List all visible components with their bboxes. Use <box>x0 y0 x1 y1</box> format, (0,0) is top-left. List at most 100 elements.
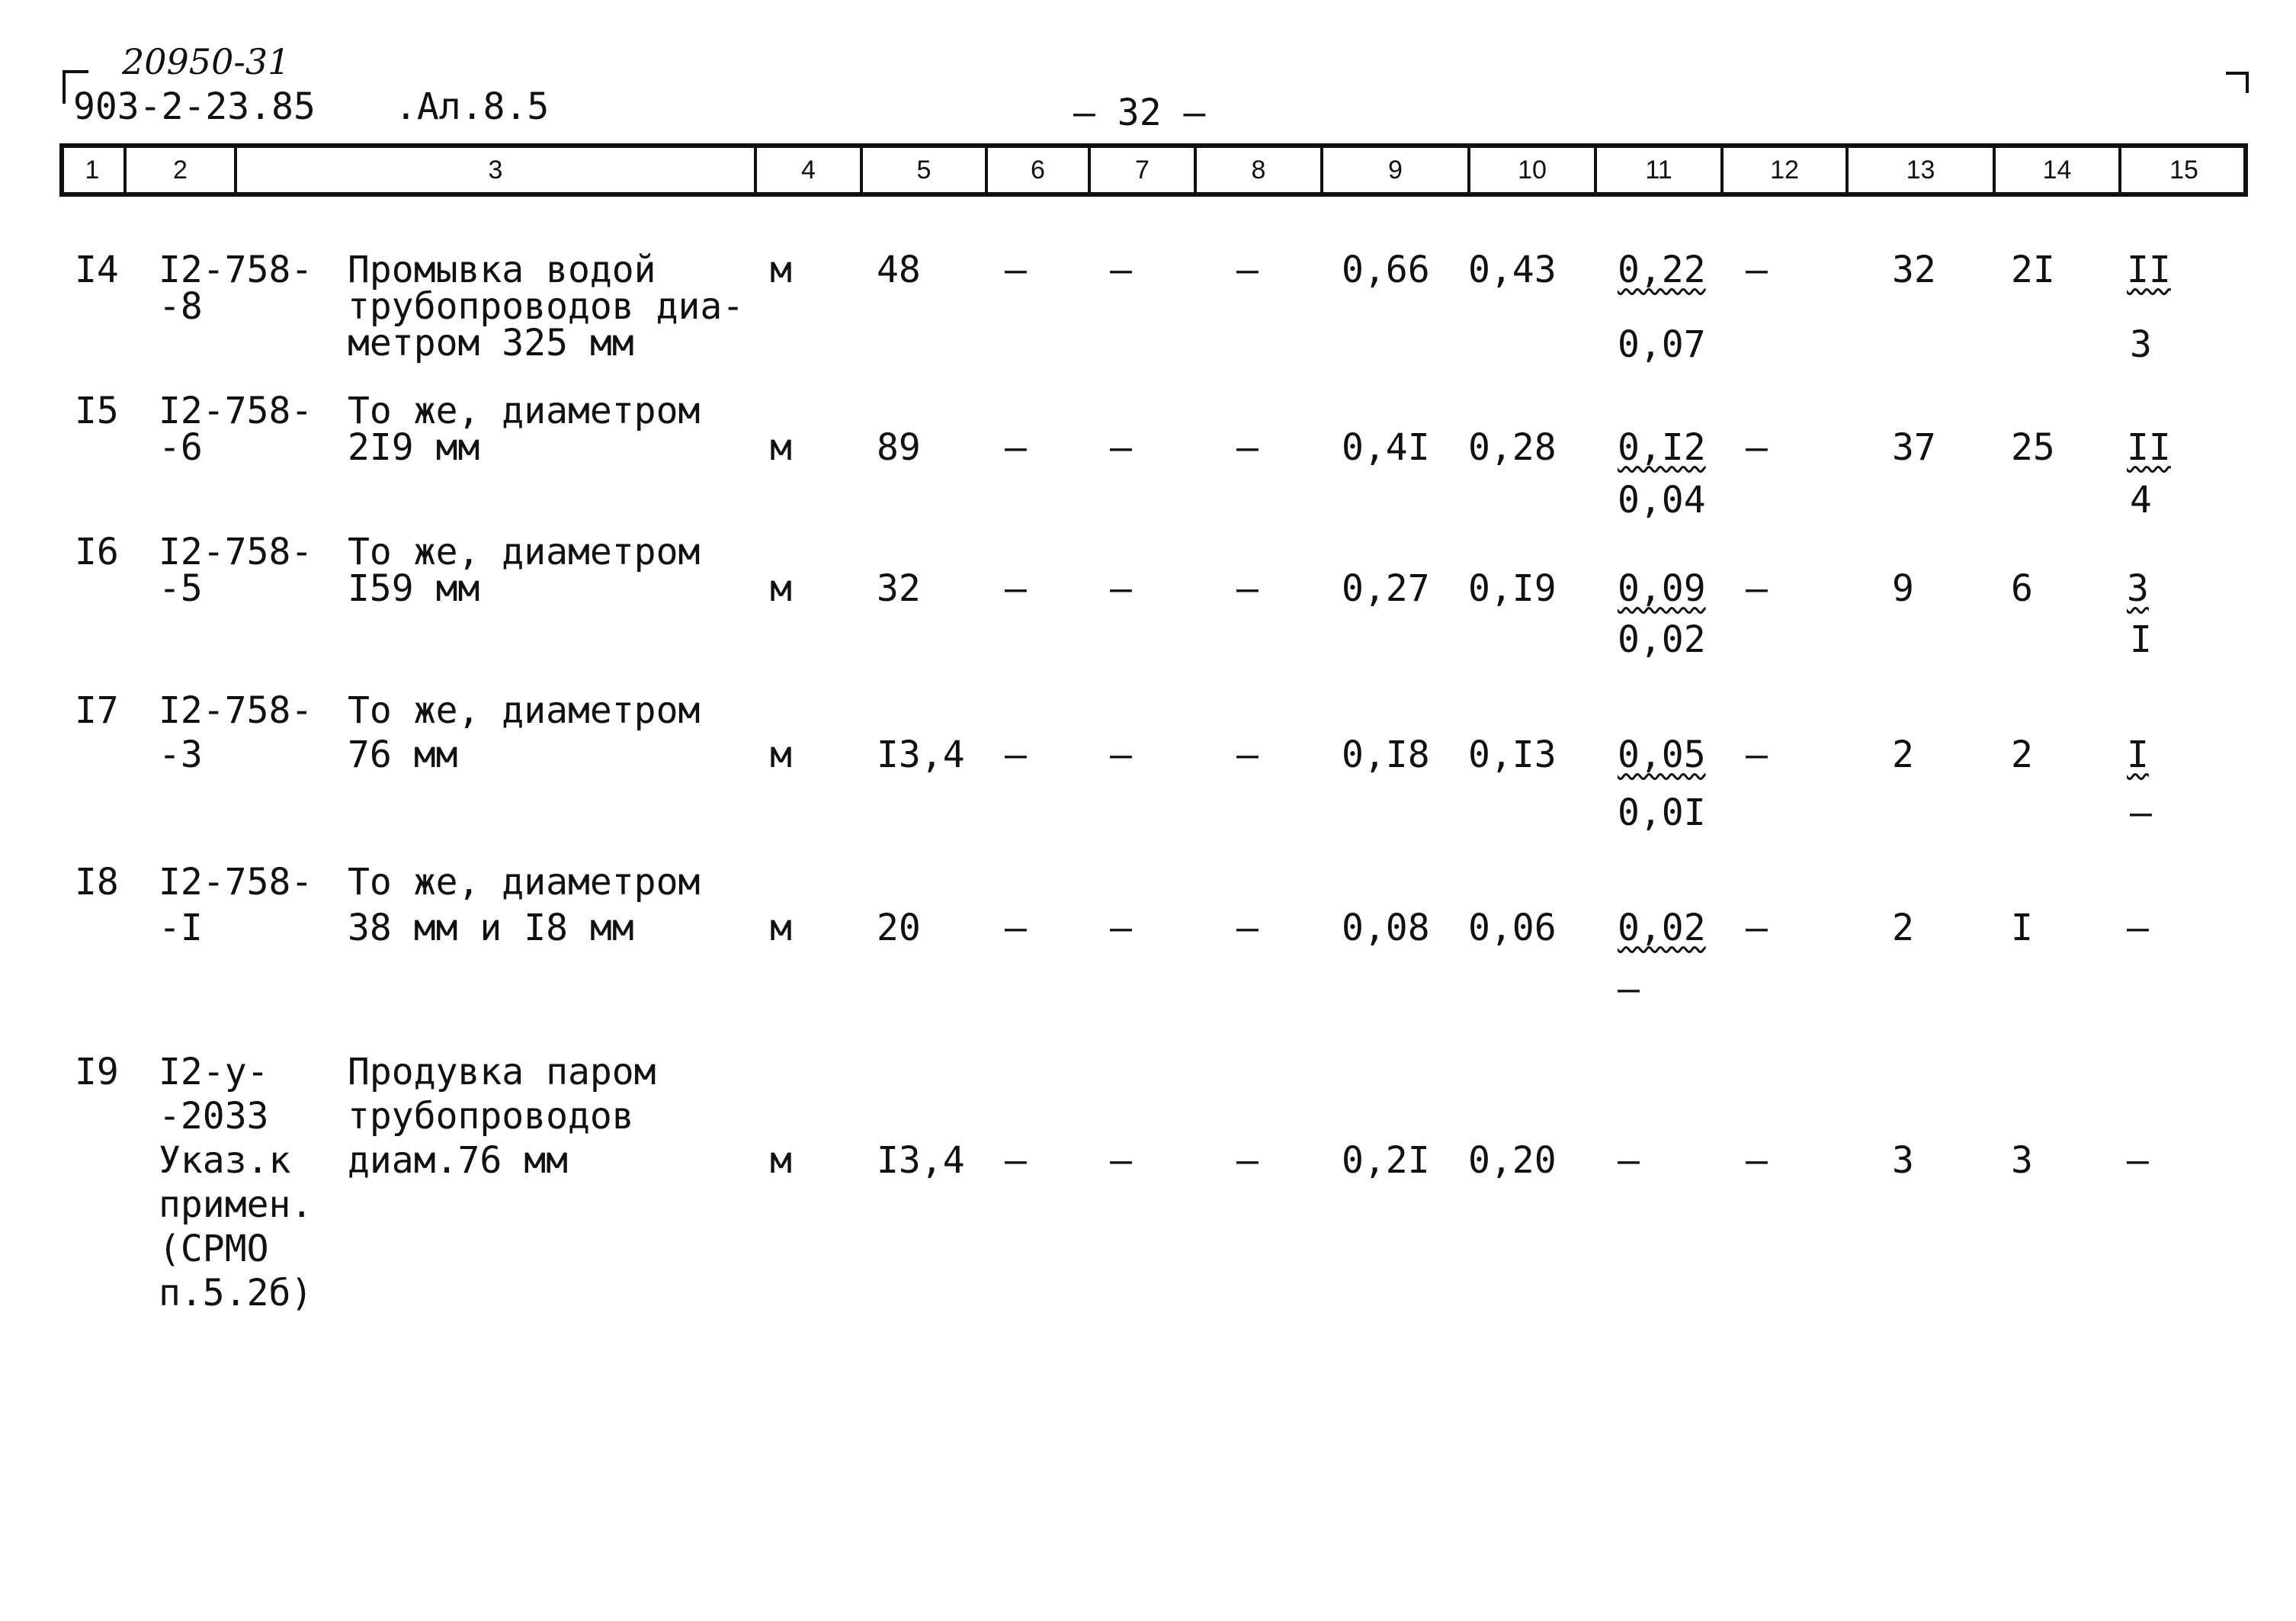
row-number: I9 <box>75 1051 119 1093</box>
row-number: I4 <box>75 249 119 291</box>
col9-cell: 0,27 <box>1342 567 1430 610</box>
column-separator <box>2118 143 2121 197</box>
col6-cell: – <box>1005 249 1027 291</box>
col10-cell: 0,06 <box>1468 907 1557 949</box>
row-number: I5 <box>75 390 119 432</box>
corner-mark-right <box>2226 72 2249 93</box>
col15-top-cell: 3 <box>2127 567 2149 610</box>
col10-cell: 0,20 <box>1468 1139 1557 1182</box>
col13-cell: 2 <box>1892 733 1914 776</box>
column-number-6: 6 <box>1031 156 1045 185</box>
col13-cell: 2 <box>1892 907 1914 949</box>
column-number-3: 3 <box>488 156 503 185</box>
col8-cell: – <box>1236 567 1259 610</box>
handwritten-number: 20950-31 <box>122 41 290 82</box>
work-description-line: 76 мм <box>348 733 458 776</box>
col6-cell: – <box>1005 1139 1027 1182</box>
col11-bottom-cell: 0,0I <box>1618 791 1706 834</box>
col6-cell: – <box>1005 907 1027 949</box>
work-description-line: То же, диаметром <box>348 861 701 904</box>
col13-cell: 32 <box>1892 249 1936 291</box>
rate-code-line: -3 <box>159 733 203 776</box>
work-description-line: То же, диаметром <box>348 689 701 732</box>
work-description-line: То же, диаметром <box>348 531 701 573</box>
rate-code-line: (СРМО <box>159 1228 269 1270</box>
work-description-line: I59 мм <box>348 567 480 610</box>
column-separator <box>1720 143 1724 197</box>
col11-top-cell: 0,02 <box>1618 907 1706 949</box>
col12-cell: – <box>1746 567 1768 610</box>
rate-code-line: -6 <box>159 426 203 469</box>
col7-cell: – <box>1110 249 1132 291</box>
unit-cell: м <box>770 907 792 949</box>
col14-cell: 3 <box>2011 1139 2033 1182</box>
rate-code-line: I2-758- <box>159 689 313 732</box>
col11-top-cell: 0,09 <box>1618 567 1706 610</box>
col14-cell: I <box>2011 907 2033 949</box>
column-separator <box>1845 143 1849 197</box>
col11-top-cell: 0,05 <box>1618 733 1706 776</box>
document-code: 903-2-23.85 <box>73 85 316 128</box>
column-separator <box>754 143 757 197</box>
column-number-2: 2 <box>173 156 188 185</box>
row-number: I6 <box>75 531 119 573</box>
rate-code-line: -5 <box>159 567 203 610</box>
column-number-14: 14 <box>2042 156 2072 185</box>
column-number-1: 1 <box>85 156 100 185</box>
col6-cell: – <box>1005 733 1027 776</box>
rate-code-line: I2-758- <box>159 390 313 432</box>
column-separator <box>234 143 237 197</box>
col9-cell: 0,2I <box>1342 1139 1430 1182</box>
column-separator <box>123 143 127 197</box>
column-separator <box>1194 143 1197 197</box>
column-separator <box>1467 143 1470 197</box>
rate-code-line: п.5.2б) <box>159 1272 313 1314</box>
row-number: I7 <box>75 689 119 732</box>
col8-cell: – <box>1236 1139 1259 1182</box>
col13-cell: 37 <box>1892 426 1936 469</box>
col7-cell: – <box>1110 733 1132 776</box>
row-number: I8 <box>75 861 119 904</box>
column-number-4: 4 <box>801 156 816 185</box>
col15-top-cell: II <box>2127 426 2171 469</box>
column-number-10: 10 <box>1518 156 1547 185</box>
col11-top-cell: – <box>1618 1139 1640 1182</box>
work-description-line: Промывка водой <box>348 249 656 291</box>
work-description-line: Продувка паром <box>348 1051 656 1093</box>
col7-cell: – <box>1110 426 1132 469</box>
unit-cell: м <box>770 1139 792 1182</box>
column-number-9: 9 <box>1388 156 1403 185</box>
col7-cell: – <box>1110 567 1132 610</box>
col15-top-cell: – <box>2127 1139 2149 1182</box>
work-description-line: диам.76 мм <box>348 1139 568 1182</box>
col12-cell: – <box>1746 907 1768 949</box>
col6-cell: – <box>1005 567 1027 610</box>
col8-cell: – <box>1236 426 1259 469</box>
rate-code-line: -8 <box>159 285 203 328</box>
rate-code-line: I2-758- <box>159 861 313 904</box>
column-number-12: 12 <box>1770 156 1799 185</box>
column-number-11: 11 <box>1645 156 1672 185</box>
quantity-cell: 89 <box>877 426 921 469</box>
col10-cell: 0,28 <box>1468 426 1557 469</box>
col12-cell: – <box>1746 249 1768 291</box>
sheet-reference: .Ал.8.5 <box>395 85 550 128</box>
col8-cell: – <box>1236 907 1259 949</box>
work-description-line: метром 325 мм <box>348 322 634 364</box>
col9-cell: 0,4I <box>1342 426 1430 469</box>
col15-bottom-cell: 3 <box>2130 323 2152 366</box>
unit-cell: м <box>770 567 792 610</box>
page-number: — 32 — <box>1073 91 1206 134</box>
column-number-15: 15 <box>2169 156 2198 185</box>
rate-code-line: I2-758- <box>159 531 313 573</box>
column-separator <box>985 143 988 197</box>
col13-cell: 3 <box>1892 1139 1914 1182</box>
col14-cell: 2I <box>2011 249 2055 291</box>
col11-top-cell: 0,22 <box>1618 249 1706 291</box>
rate-code-line: Указ.к <box>159 1139 291 1182</box>
work-description-line: То же, диаметром <box>348 390 701 432</box>
column-separator <box>1993 143 1996 197</box>
col10-cell: 0,43 <box>1468 249 1557 291</box>
column-separator <box>1320 143 1323 197</box>
col15-top-cell: – <box>2127 907 2149 949</box>
